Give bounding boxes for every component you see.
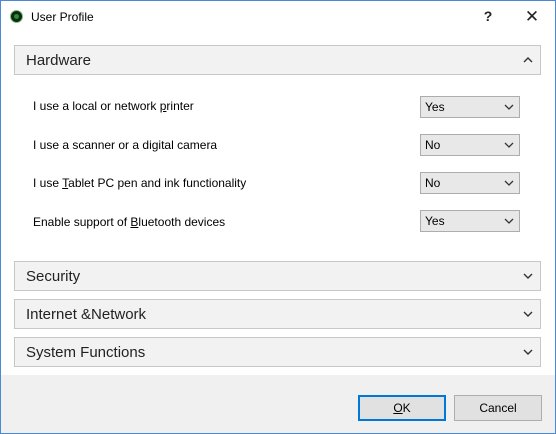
chevron-down-icon (504, 180, 514, 186)
app-globe-icon (10, 10, 23, 23)
section-header-system-functions[interactable]: System Functions (14, 337, 541, 367)
chevron-down-icon (504, 104, 514, 110)
chevron-down-icon (504, 142, 514, 148)
scanner-select[interactable]: No (420, 134, 520, 156)
section-header-internet-network[interactable]: Internet &Network (14, 299, 541, 329)
section-title-hardware: Hardware (26, 52, 92, 69)
section-title-internet-network: Internet &Network (26, 306, 147, 323)
chevron-down-icon (523, 349, 533, 355)
chevron-down-icon (523, 311, 533, 317)
tablet-pen-label: I use Tablet PC pen and ink functionalit… (33, 176, 247, 190)
section-title-system-functions: System Functions (26, 344, 146, 361)
printer-select-value: Yes (425, 100, 445, 114)
printer-label: I use a local or network printer (33, 99, 194, 113)
bluetooth-select[interactable]: Yes (420, 210, 520, 232)
ok-button[interactable]: OK (358, 395, 446, 421)
section-header-hardware[interactable]: Hardware (14, 45, 541, 75)
chevron-down-icon (504, 218, 514, 224)
tablet-pen-select[interactable]: No (420, 172, 520, 194)
section-header-security[interactable]: Security (14, 261, 541, 291)
chevron-down-icon (523, 273, 533, 279)
chevron-up-icon (523, 57, 533, 63)
window-title: User Profile (31, 10, 94, 24)
tablet-pen-select-value: No (425, 176, 441, 190)
printer-select[interactable]: Yes (420, 96, 520, 118)
scanner-label: I use a scanner or a digital camera (33, 138, 218, 152)
bluetooth-label: Enable support of Bluetooth devices (33, 215, 226, 229)
title-bar: User Profile ? ✕ (1, 1, 555, 32)
bluetooth-select-value: Yes (425, 214, 445, 228)
section-title-security: Security (26, 268, 81, 285)
close-button[interactable]: ✕ (509, 1, 555, 32)
scanner-select-value: No (425, 138, 441, 152)
cancel-button[interactable]: Cancel (454, 395, 542, 421)
dialog-footer: OK Cancel (1, 375, 555, 433)
user-profile-dialog: User Profile ? ✕ Hardware I use a local … (0, 0, 556, 434)
help-button[interactable]: ? (465, 1, 511, 32)
